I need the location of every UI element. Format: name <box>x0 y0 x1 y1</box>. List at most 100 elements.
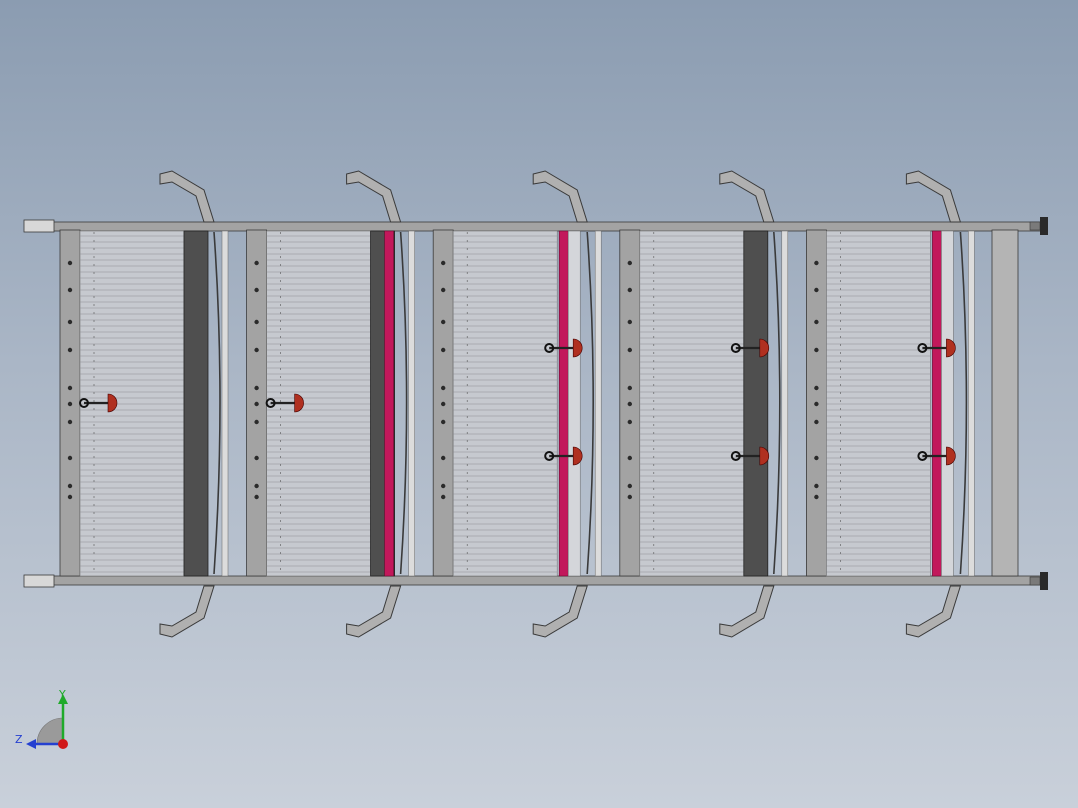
post-hole <box>814 287 819 293</box>
top-mounting-bracket <box>905 170 962 223</box>
post-hole <box>67 401 73 407</box>
conveyor-assembly <box>23 170 1048 638</box>
post-hole <box>441 385 446 391</box>
post-hole <box>67 260 73 266</box>
guide-bar <box>594 230 602 577</box>
post-hole <box>627 483 632 489</box>
post-hole <box>67 319 73 325</box>
post-hole <box>254 494 259 500</box>
triad-z-label: Z <box>15 733 23 746</box>
magenta-seal-strip <box>558 230 569 577</box>
post-hole <box>627 319 632 325</box>
post-hole <box>441 419 446 425</box>
right-end-pad <box>1040 572 1048 590</box>
post-hole <box>67 494 73 500</box>
triad-y-label: Y <box>58 688 66 701</box>
post-hole <box>814 319 819 325</box>
post-hole <box>441 260 446 266</box>
post-hole <box>627 455 632 461</box>
post-hole <box>254 401 259 407</box>
top-mounting-bracket <box>532 170 588 223</box>
post-hole <box>67 287 73 293</box>
right-end-pad <box>1040 217 1048 235</box>
bottom-mounting-bracket <box>532 585 588 638</box>
guide-bar <box>781 230 789 577</box>
handle-knob <box>946 338 956 358</box>
coordinate-triad: Y Z <box>15 688 68 749</box>
post-hole <box>441 401 446 407</box>
post-hole <box>814 385 819 391</box>
post-hole <box>814 455 819 461</box>
return-guide-curve <box>959 231 968 575</box>
triad-x-axis-dot <box>58 739 68 749</box>
post-hole <box>254 319 259 325</box>
return-guide-curve <box>773 231 781 575</box>
triad-z-arrow-icon <box>26 739 36 749</box>
post-hole <box>814 347 819 353</box>
post-hole <box>254 385 259 391</box>
post-hole <box>441 455 446 461</box>
post-hole <box>254 347 259 353</box>
top-mounting-bracket <box>159 170 215 223</box>
conveyor-module <box>432 170 602 638</box>
return-guide-curve <box>399 231 408 575</box>
left-end-cap-top <box>23 219 55 233</box>
top-mounting-bracket <box>346 170 402 223</box>
top-mounting-bracket <box>719 170 775 223</box>
conveyor-module <box>59 170 229 638</box>
post-hole <box>254 419 259 425</box>
post-hole <box>627 401 632 407</box>
post-hole <box>254 260 259 266</box>
magenta-seal-strip <box>932 230 942 577</box>
right-end-plate <box>991 229 1019 577</box>
bottom-mounting-bracket <box>719 585 775 638</box>
post-hole <box>814 494 819 500</box>
guide-bar <box>408 230 415 577</box>
post-hole <box>254 287 259 293</box>
handle-knob <box>946 446 956 466</box>
post-hole <box>441 483 446 489</box>
post-hole <box>627 494 632 500</box>
triad-quadrant <box>36 717 64 745</box>
return-guide-panel <box>941 230 954 577</box>
post-hole <box>254 483 259 489</box>
left-end-cap-bottom <box>23 574 55 588</box>
guide-bar <box>221 230 229 577</box>
post-hole <box>814 419 819 425</box>
bottom-mounting-bracket <box>159 585 215 638</box>
bottom-rail <box>25 575 1045 586</box>
magenta-seal-strip <box>384 230 394 577</box>
post-hole <box>627 347 632 353</box>
post-hole <box>814 483 819 489</box>
handle-knob <box>572 338 583 358</box>
post-hole <box>814 260 819 266</box>
post-hole <box>814 401 819 407</box>
post-hole <box>67 347 73 353</box>
post-hole <box>441 287 446 293</box>
post-hole <box>627 287 632 293</box>
post-hole <box>441 494 446 500</box>
post-hole <box>627 385 632 391</box>
top-rail <box>25 221 1045 232</box>
post-hole <box>627 419 632 425</box>
bottom-mounting-bracket <box>905 585 962 638</box>
return-guide-curve <box>586 231 594 575</box>
conveyor-module <box>619 170 789 638</box>
post-hole <box>441 347 446 353</box>
return-guide-curve <box>213 231 221 575</box>
dark-roller <box>743 230 769 577</box>
post-hole <box>67 419 73 425</box>
post-hole <box>67 455 73 461</box>
conveyor-module <box>246 170 415 638</box>
cad-viewport[interactable]: Y Z <box>0 0 1078 808</box>
post-hole <box>627 260 632 266</box>
right-end-foot <box>1029 576 1041 586</box>
dark-roller <box>183 230 209 577</box>
post-hole <box>441 319 446 325</box>
post-hole <box>254 455 259 461</box>
right-end-foot <box>1029 221 1041 231</box>
handle-knob <box>572 446 583 466</box>
return-guide-panel <box>567 230 581 577</box>
bottom-mounting-bracket <box>346 585 402 638</box>
post-hole <box>67 483 73 489</box>
